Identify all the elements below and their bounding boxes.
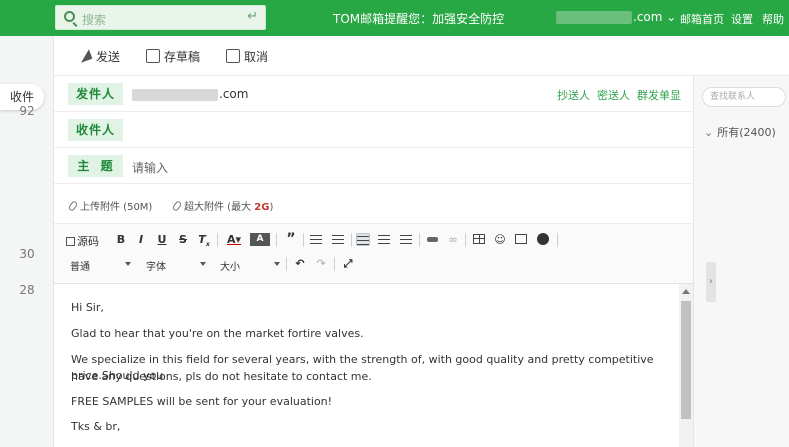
separate-send-link[interactable]: 群发单显	[637, 89, 681, 102]
font-size-select[interactable]: 大小	[220, 258, 280, 273]
image-icon[interactable]	[514, 233, 528, 246]
attachment-row: 上传附件 (50M) 超大附件 (最大 2G)	[54, 184, 693, 224]
message-body-editor[interactable]: Hi Sir, Glad to hear that you're on the …	[54, 284, 693, 447]
bold-button[interactable]: B	[114, 233, 128, 246]
mailbox-home-link[interactable]: 邮箱首页	[680, 11, 724, 27]
highlight-color-button[interactable]: A	[250, 233, 270, 246]
bulleted-list-button[interactable]	[309, 233, 323, 246]
subject-input[interactable]: 请输入	[132, 159, 168, 176]
folder-count: 28	[19, 283, 35, 297]
toolbar-divider	[276, 233, 277, 247]
to-label: 收件人	[68, 119, 123, 141]
body-paragraph: FREE SAMPLES will be sent for your evalu…	[71, 395, 333, 408]
body-scrollbar[interactable]	[679, 284, 693, 447]
compose-toolbar: 发送 存草稿 取消	[54, 36, 789, 76]
scroll-up-arrow-icon[interactable]	[682, 289, 690, 294]
mail-search-box[interactable]: 搜索 ↵	[55, 5, 266, 30]
account-domain: .com	[633, 10, 663, 24]
toolbar-divider	[286, 257, 287, 271]
align-left-button[interactable]	[356, 233, 370, 246]
toolbar-divider	[217, 233, 218, 247]
body-closing: Tks & br,	[71, 420, 121, 433]
all-contacts-group[interactable]: ⌄ 所有(2400)	[704, 124, 776, 140]
subject-label: 主 题	[68, 155, 123, 177]
toolbar-divider	[557, 233, 558, 247]
compose-area: 发件人 .com 抄送人 密送人 群发单显 收件人 主 题 请输入 上传附件 (50…	[54, 76, 693, 447]
to-row[interactable]: 收件人	[54, 112, 693, 148]
body-greeting: Hi Sir,	[71, 301, 104, 314]
chevron-down-icon: ⌄	[704, 126, 714, 139]
unread-count: 92	[19, 104, 35, 118]
toolbar-divider	[419, 233, 420, 247]
emoji-icon[interactable]: ☺	[493, 233, 507, 246]
font-family-select[interactable]: 字体	[146, 258, 206, 273]
sender-name-redacted	[132, 88, 218, 101]
large-attachment-button[interactable]: 超大附件 (最大 2G)	[171, 198, 273, 213]
body-paragraph: have any questions, pls do not hesitate …	[71, 370, 372, 383]
search-icon	[64, 11, 75, 22]
toolbar-divider	[351, 233, 352, 247]
left-sidebar: 收件 92 30 28	[0, 36, 54, 447]
security-notice: TOM邮箱提醒您：加强安全防控	[333, 12, 505, 26]
chevron-down-icon	[125, 262, 131, 266]
exit-icon	[226, 49, 240, 63]
recipient-options: 抄送人 密送人 群发单显	[550, 87, 681, 103]
search-submit-icon[interactable]: ↵	[247, 9, 258, 24]
toolbar-divider	[465, 233, 466, 247]
unlink-icon[interactable]: ∞	[446, 233, 460, 246]
cancel-button[interactable]: 取消	[226, 48, 268, 65]
body-paragraph: Glad to hear that you're on the market f…	[71, 327, 364, 340]
chevron-down-icon: ⌄	[666, 10, 677, 24]
fullscreen-icon[interactable]: ⤢	[341, 257, 355, 270]
help-link[interactable]: 帮助	[762, 11, 784, 27]
underline-button[interactable]: U	[155, 233, 169, 246]
subject-row: 主 题 请输入	[54, 148, 693, 184]
draft-icon	[146, 49, 160, 63]
contact-search-input[interactable]: 查找联系人	[702, 87, 786, 107]
contacts-panel: 查找联系人 ⌄ 所有(2400) ›	[693, 76, 789, 447]
align-center-button[interactable]	[377, 233, 391, 246]
undo-icon[interactable]: ↶	[293, 257, 307, 270]
link-icon[interactable]	[425, 233, 439, 246]
upload-attachment-button[interactable]: 上传附件 (50M)	[67, 198, 152, 213]
sender-address[interactable]: .com	[132, 87, 248, 101]
account-name-redacted	[556, 11, 632, 24]
toolbar-divider	[303, 233, 304, 247]
toolbar-divider	[334, 257, 335, 271]
scrollbar-thumb[interactable]	[681, 301, 691, 419]
font-color-button[interactable]: A▾	[224, 233, 244, 246]
send-button[interactable]: 发送	[78, 48, 120, 65]
blockquote-button[interactable]: ”	[284, 232, 298, 246]
send-icon	[76, 47, 94, 65]
folder-count: 30	[19, 247, 35, 261]
italic-button[interactable]: I	[134, 233, 148, 246]
source-icon	[66, 237, 75, 246]
strikethrough-button[interactable]: S	[176, 233, 190, 246]
save-draft-button[interactable]: 存草稿	[146, 48, 200, 65]
clear-format-button[interactable]: Tx	[197, 233, 211, 248]
editor-toolbar: 源码 B I U S Tx A▾ A ” ∞ ☺ 普通 字体 大小 ↶ ↷ ⤢	[54, 224, 693, 284]
paperclip-icon	[171, 200, 183, 212]
search-input[interactable]: 搜索	[82, 11, 106, 28]
redo-icon[interactable]: ↷	[314, 257, 328, 270]
from-label: 发件人	[68, 83, 123, 105]
panel-collapse-handle[interactable]: ›	[706, 262, 716, 302]
chevron-down-icon	[274, 262, 280, 266]
settings-link[interactable]: 设置	[731, 11, 753, 27]
align-right-button[interactable]	[399, 233, 413, 246]
account-menu[interactable]: .com ⌄	[556, 10, 676, 24]
source-button[interactable]: 源码	[66, 233, 99, 249]
compass-icon[interactable]	[536, 233, 550, 246]
bcc-link[interactable]: 密送人	[597, 89, 630, 102]
top-bar: 搜索 ↵ TOM邮箱提醒您：加强安全防控 .com ⌄ 邮箱首页 设置 帮助	[0, 0, 789, 36]
from-row: 发件人 .com 抄送人 密送人 群发单显	[54, 76, 693, 112]
numbered-list-button[interactable]	[331, 233, 345, 246]
paragraph-format-select[interactable]: 普通	[70, 258, 131, 273]
paperclip-icon	[67, 200, 79, 212]
cc-link[interactable]: 抄送人	[557, 89, 590, 102]
table-icon[interactable]	[472, 233, 486, 246]
chevron-down-icon	[200, 262, 206, 266]
